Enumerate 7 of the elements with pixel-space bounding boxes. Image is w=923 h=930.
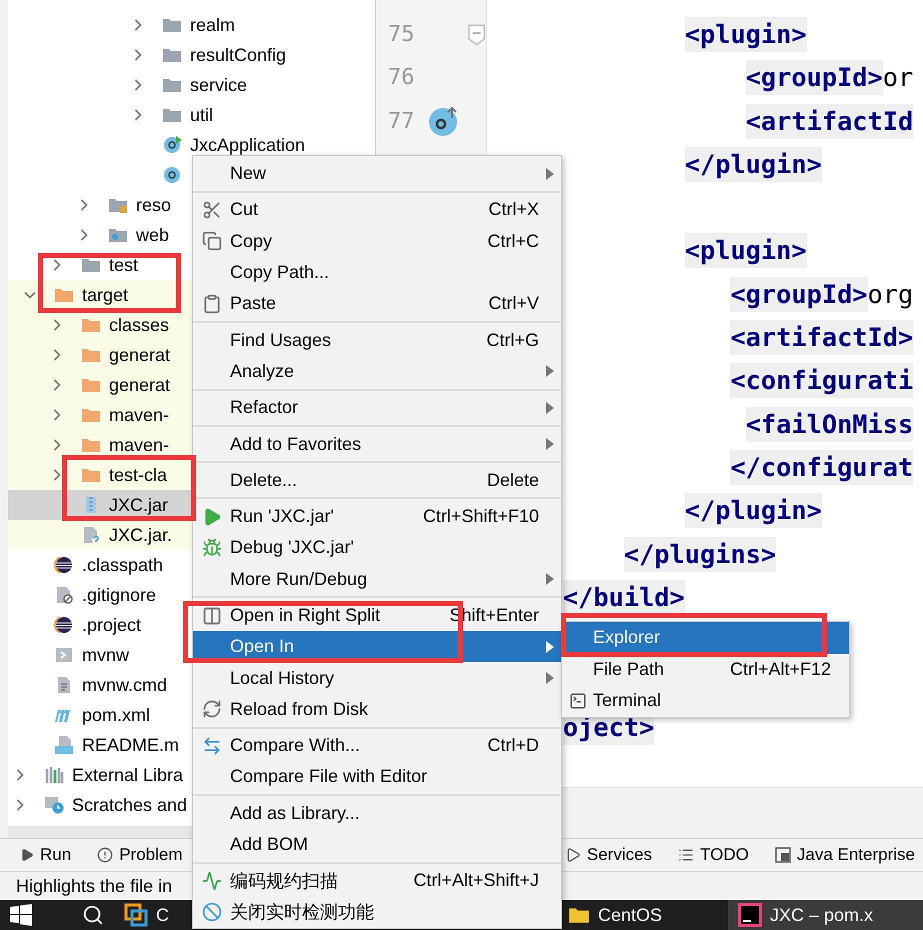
line-number: 77	[388, 108, 416, 134]
code-line: <plugin>	[502, 13, 923, 56]
status-message: Highlights the file in	[16, 876, 172, 897]
code-line: <groupId>or	[502, 56, 923, 100]
line-number: 76	[388, 65, 416, 90]
code-line: <artifactId	[502, 100, 923, 143]
line-number: 75	[388, 22, 416, 48]
